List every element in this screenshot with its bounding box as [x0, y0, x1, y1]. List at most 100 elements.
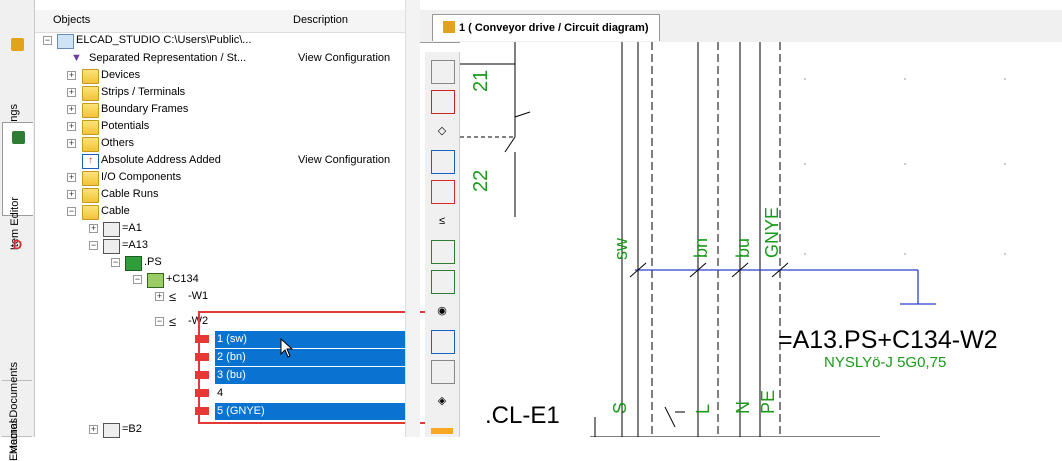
schematic-drawing: [460, 42, 1006, 437]
symbol-toolbar: ◇ ≤ ◉ ◈: [425, 52, 460, 437]
terminal-label-s: S: [610, 401, 630, 414]
tree-label: =A13: [122, 239, 148, 251]
tool-bus-icon[interactable]: [431, 150, 455, 174]
tree-label: -W1: [188, 290, 209, 302]
folder-icon: [82, 188, 99, 203]
item-editor-icon: [12, 131, 25, 144]
expand-icon[interactable]: +: [67, 105, 76, 114]
object-tree-panel: Objects Description − ELCAD_STUDIO C:\Us…: [35, 0, 442, 438]
tree-label: Others: [101, 137, 135, 149]
collapse-icon[interactable]: −: [89, 241, 98, 250]
wire-label-bu: bu: [733, 237, 753, 258]
tool-connector-icon[interactable]: [431, 180, 455, 204]
address-icon: ↑: [82, 154, 99, 169]
folder-icon: [82, 171, 99, 186]
tree-label: Potentials: [101, 120, 150, 132]
expand-icon[interactable]: +: [67, 173, 76, 182]
column-description[interactable]: Description: [293, 14, 348, 26]
folder-icon: [82, 120, 99, 135]
tree-label: +C134: [166, 273, 199, 285]
schematic-canvas[interactable]: 21 22 sw bn bu GNYE =A13.PS+C134-W2 NYSL…: [460, 42, 1062, 437]
terminal-label-l: L: [693, 403, 713, 414]
tree-label: Separated Representation / St...: [89, 52, 247, 64]
document-tab-bar: 1 ( Conveyor drive / Circuit diagram): [420, 10, 1062, 43]
doc-tab-label: 1 ( Conveyor drive / Circuit diagram): [459, 22, 649, 34]
tree-label: Cable: [101, 205, 130, 217]
collapse-icon[interactable]: −: [67, 207, 76, 216]
drawing-doc-icon: [443, 21, 455, 33]
wire-label-bn: bn: [691, 237, 711, 258]
tree-label: Boundary Frames: [101, 103, 189, 115]
tree-label: Strips / Terminals: [101, 86, 186, 98]
tree-label: Devices: [101, 69, 141, 81]
component-tag: .CL-E1: [485, 402, 560, 429]
wire-label-sw: sw: [611, 238, 631, 260]
cable-icon: ≤: [169, 289, 177, 304]
tool-rotate-icon[interactable]: [431, 360, 455, 384]
column-objects[interactable]: Objects: [53, 14, 90, 26]
collapse-icon[interactable]: −: [133, 275, 142, 284]
tree-row-root[interactable]: − ELCAD_STUDIO C:\Users\Public\...: [35, 32, 408, 49]
folder-icon: [82, 137, 99, 152]
cable-type: NYSLYö-J 5G0,75: [824, 354, 947, 371]
contact-label-21: 21: [470, 69, 492, 92]
tool-component-icon[interactable]: [431, 90, 455, 114]
tool-cable-icon[interactable]: ≤: [431, 210, 453, 232]
tree-splitter[interactable]: [405, 0, 420, 437]
tab-item-editor[interactable]: Item Editor: [2, 122, 33, 250]
tool-line-icon[interactable]: [431, 428, 453, 434]
expand-icon[interactable]: +: [67, 190, 76, 199]
tool-node-icon[interactable]: ◇: [431, 120, 453, 142]
collapse-icon[interactable]: −: [43, 36, 52, 45]
side-tab-strip: Drawings Item Editor D External Document…: [0, 0, 35, 461]
mouse-cursor-icon: [280, 338, 294, 358]
tree-description: View Configuration: [298, 52, 391, 64]
expand-icon[interactable]: +: [67, 139, 76, 148]
tree-label: =A1: [122, 222, 142, 234]
expand-icon[interactable]: +: [67, 122, 76, 131]
cable-tag: =A13.PS+C134-W2: [778, 326, 998, 354]
expand-icon[interactable]: +: [67, 88, 76, 97]
tree-description: View Configuration: [298, 154, 391, 166]
folder-icon: [82, 205, 99, 220]
tool-module-icon[interactable]: [431, 270, 455, 294]
tree-label: ELCAD_STUDIO C:\Users\Public\...: [76, 34, 252, 46]
tab-macros[interactable]: Macros: [2, 384, 32, 454]
tree-header: Objects Description: [35, 10, 408, 33]
doc-tab[interactable]: 1 ( Conveyor drive / Circuit diagram): [432, 14, 660, 41]
tool-terminal-icon[interactable]: [431, 60, 455, 84]
external-documents-icon: D: [12, 237, 23, 252]
tab-external-documents[interactable]: D External Documents: [2, 230, 32, 461]
expand-icon[interactable]: +: [89, 425, 98, 434]
expand-icon[interactable]: +: [155, 292, 164, 301]
collapse-icon[interactable]: −: [111, 258, 120, 267]
expand-icon[interactable]: +: [67, 71, 76, 80]
folder-icon: [82, 69, 99, 84]
terminal-label-n: N: [733, 401, 753, 414]
wire-label-gnye: GNYE: [762, 206, 782, 258]
tree-label: I/O Components: [101, 171, 182, 183]
tool-motor-icon[interactable]: ◉: [431, 300, 453, 322]
folder-icon: [82, 103, 99, 118]
terminal-label-pe: PE: [758, 389, 778, 414]
tab-macros-label: Macros: [8, 418, 20, 455]
expand-icon[interactable]: +: [89, 224, 98, 233]
tree-label: Cable Runs: [101, 188, 159, 200]
collapse-icon[interactable]: −: [155, 317, 164, 326]
cabinet-icon: [125, 256, 142, 271]
building-icon: [103, 239, 120, 254]
location-icon: [147, 273, 164, 288]
tree-label: =B2: [122, 423, 142, 435]
tool-wiring-icon[interactable]: [431, 330, 455, 354]
filter-icon: ▼: [71, 52, 82, 64]
contact-label-22: 22: [470, 169, 492, 192]
tool-plc-icon[interactable]: [431, 240, 455, 264]
building-icon: [103, 222, 120, 237]
cable-icon: ≤: [169, 314, 177, 329]
tool-junction-icon[interactable]: ◈: [431, 390, 453, 412]
folder-icon: [82, 86, 99, 101]
tree-row-separated[interactable]: ▼ Separated Representation / St... View …: [35, 50, 408, 67]
tree-row-absolute-address[interactable]: ↑ Absolute Address Added View Configurat…: [35, 152, 408, 169]
tab-drawings[interactable]: Drawings: [2, 30, 32, 150]
drawings-icon: [11, 38, 24, 51]
